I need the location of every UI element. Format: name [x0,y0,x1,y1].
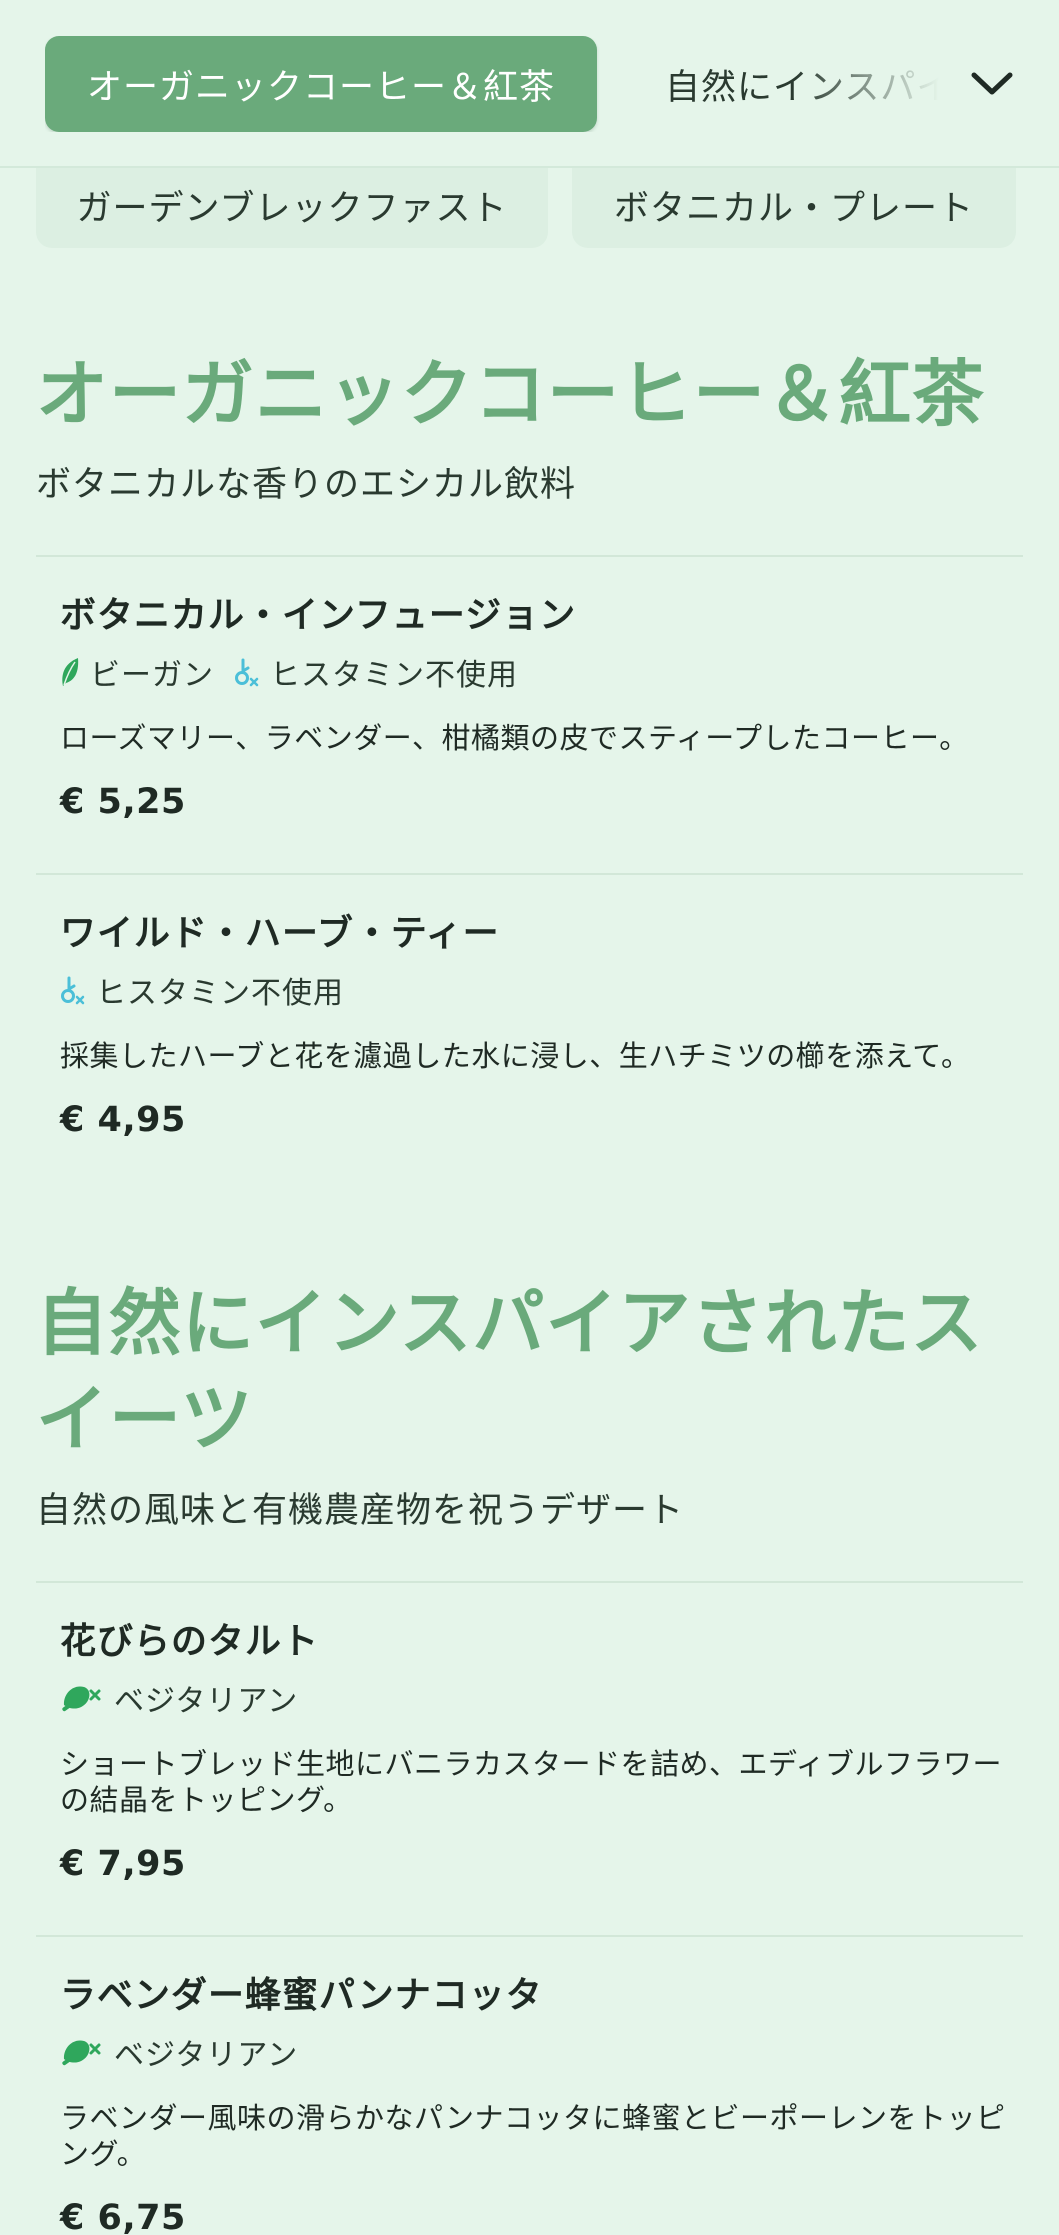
item-price: € 4,95 [60,1100,186,1140]
tag-label: ヒスタミン不使用 [270,658,518,693]
histamine-free-icon [61,976,85,1005]
item-tags: ベジタリアン [60,2030,1010,2074]
item-price: € 7,95 [60,1844,186,1884]
tag-histamine-free: ヒスタミン不使用 [60,968,344,1012]
vegetarian-icon [62,2040,101,2066]
chevron-down-icon [971,72,1013,95]
divider [36,1581,1023,1583]
item-tags: ヒスタミン不使用 [60,968,1010,1012]
section-title-nature-sweets: 自然にインスパイアされたスイーツ [36,1281,984,1461]
item-name: ワイルド・ハーブ・ティー [60,913,500,954]
menu-item-petal-tart[interactable]: 花びらのタルト ベジタリアン ショートブレッド生地にバニラカスタードを詰め、エデ… [60,1620,1010,1884]
histamine-free-icon [235,658,259,687]
category-tabs: オーガニックコーヒー＆紅茶自然にインスパイアされたスイーツ [45,36,939,132]
item-name: ボタニカル・インフュージョン [60,595,577,636]
tab-nature-sweets[interactable]: 自然にインスパイアされたスイーツ [597,36,939,132]
item-description: 採集したハーブと花を濾過した水に浸し、生ハチミツの櫛を添えて。 [60,1039,971,1073]
menu-item-botanical-infusion[interactable]: ボタニカル・インフュージョン ビーガン ヒスタミン不使用 ローズマリー、ラベンダ [60,594,1010,822]
category-dropdown-button[interactable] [960,52,1024,116]
item-description: ショートブレッド生地にバニラカスタードを詰め、エディブルフラワーの結晶をトッピン… [60,1747,1002,1817]
category-chips: ガーデンブレックファスト ボタニカル・プレート [36,162,1036,252]
tag-histamine-free: ヒスタミン不使用 [234,650,518,694]
menu-item-lavender-panna-cotta[interactable]: ラベンダー蜂蜜パンナコッタ ベジタリアン ラベンダー風味の滑らかなパンナコッタに… [60,1974,1010,2235]
item-description: ラベンダー風味の滑らかなパンナコッタに蜂蜜とビーポーレンをトッピング。 [60,2101,1006,2171]
item-price: € 5,25 [60,782,186,822]
divider [36,555,1023,557]
item-tags: ベジタリアン [60,1676,1010,1720]
tag-vegetarian: ベジタリアン [60,2030,298,2074]
section-title-coffee-tea: オーガニックコーヒー＆紅茶 [36,352,986,436]
section-subtitle-coffee-tea: ボタニカルな香りのエシカル飲料 [36,465,577,505]
tag-vegetarian: ベジタリアン [60,1676,298,1720]
tag-vegan: ビーガン [60,650,214,694]
item-tags: ビーガン ヒスタミン不使用 [60,650,1010,694]
tag-label: ベジタリアン [114,1684,299,1719]
item-name: 花びらのタルト [60,1621,320,1662]
item-name: ラベンダー蜂蜜パンナコッタ [60,1975,543,2016]
item-price: € 6,75 [60,2198,186,2235]
chip-botanical-plate[interactable]: ボタニカル・プレート [572,162,1016,248]
item-description: ローズマリー、ラベンダー、柑橘類の皮でスティープしたコーヒー。 [60,721,969,755]
chip-garden-breakfast[interactable]: ガーデンブレックファスト [36,162,548,248]
tag-label: ヒスタミン不使用 [96,976,344,1011]
menu-item-wild-herb-tea[interactable]: ワイルド・ハーブ・ティー ヒスタミン不使用 採集したハーブと花を濾過した水に浸し… [60,912,1010,1140]
divider [36,1935,1023,1937]
category-nav-bar: オーガニックコーヒー＆紅茶自然にインスパイアされたスイーツ [0,0,1059,168]
vegan-leaf-icon [62,658,79,686]
section-subtitle-nature-sweets: 自然の風味と有機農産物を祝うデザート [36,1491,685,1531]
vegetarian-icon [62,1686,101,1712]
menu-page: オーガニックコーヒー＆紅茶自然にインスパイアされたスイーツ ガーデンブレックファ… [0,0,1059,2235]
tab-organic-coffee-tea[interactable]: オーガニックコーヒー＆紅茶 [45,36,598,132]
tag-label: ベジタリアン [114,2038,299,2073]
tag-label: ビーガン [90,658,214,693]
divider [36,873,1023,875]
